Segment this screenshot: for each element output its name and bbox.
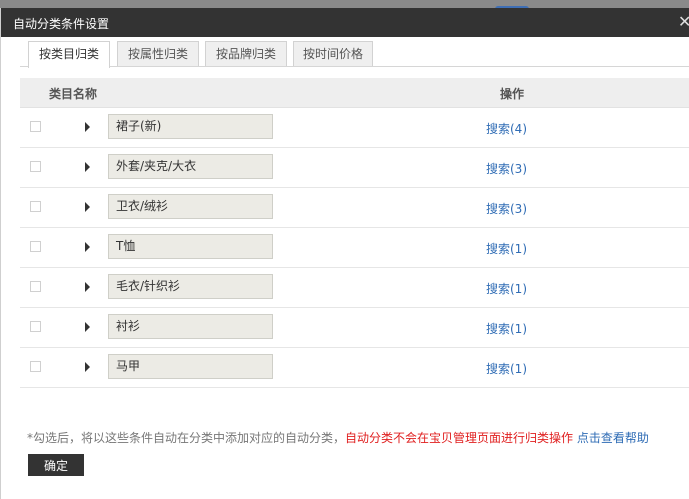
tab-by-attribute[interactable]: 按属性归类 — [117, 41, 199, 66]
expand-caret-icon[interactable] — [85, 322, 90, 332]
category-name: 裙子(新) — [108, 114, 273, 139]
row-checkbox[interactable] — [30, 201, 41, 212]
row-checkbox[interactable] — [30, 321, 41, 332]
expand-caret-icon[interactable] — [85, 162, 90, 172]
search-link[interactable]: 搜索(3) — [486, 200, 527, 217]
expand-caret-icon[interactable] — [85, 122, 90, 132]
search-link[interactable]: 搜索(3) — [486, 160, 527, 177]
note-text: *勾选后，将以这些条件自动在分类中添加对应的自动分类， — [27, 431, 346, 445]
table-row: 衬衫 搜索(1) — [20, 308, 689, 348]
row-checkbox[interactable] — [30, 361, 41, 372]
row-checkbox[interactable] — [30, 121, 41, 132]
expand-caret-icon[interactable] — [85, 282, 90, 292]
confirm-button[interactable]: 确定 — [28, 454, 84, 476]
column-header-operation: 操作 — [500, 87, 525, 101]
row-checkbox[interactable] — [30, 241, 41, 252]
help-link[interactable]: 点击查看帮助 — [577, 431, 649, 445]
warning-text: 自动分类不会在宝贝管理页面进行归类操作 — [345, 431, 574, 445]
tab-by-brand[interactable]: 按品牌归类 — [205, 41, 287, 66]
search-link[interactable]: 搜索(1) — [486, 320, 527, 337]
tab-by-time-price[interactable]: 按时间价格 — [293, 41, 373, 66]
category-name: 卫衣/绒衫 — [108, 194, 273, 219]
dialog-title: 自动分类条件设置 — [13, 17, 110, 31]
search-link[interactable]: 搜索(4) — [486, 120, 527, 137]
tab-bar: 按类目归类 按属性归类 按品牌归类 按时间价格 — [28, 41, 689, 68]
row-checkbox[interactable] — [30, 161, 41, 172]
category-name: 外套/夹克/大衣 — [108, 154, 273, 179]
table-row: 毛衣/针织衫 搜索(1) — [20, 268, 689, 308]
table-row: T恤 搜索(1) — [20, 228, 689, 268]
category-name: T恤 — [108, 234, 273, 259]
tab-by-category[interactable]: 按类目归类 — [28, 41, 110, 68]
table-row: 马甲 搜索(1) — [20, 348, 689, 388]
search-link[interactable]: 搜索(1) — [486, 360, 527, 377]
close-icon[interactable]: ✕ — [678, 11, 689, 33]
category-name: 毛衣/针织衫 — [108, 274, 273, 299]
table-row: 外套/夹克/大衣 搜索(3) — [20, 148, 689, 188]
dialog-titlebar: 自动分类条件设置 ✕ — [1, 8, 689, 37]
table-row: 裙子(新) 搜索(4) — [20, 108, 689, 148]
footer-note: *勾选后，将以这些条件自动在分类中添加对应的自动分类，自动分类不会在宝贝管理页面… — [27, 429, 649, 446]
category-name: 马甲 — [108, 354, 273, 379]
row-checkbox[interactable] — [30, 281, 41, 292]
search-link[interactable]: 搜索(1) — [486, 240, 527, 257]
expand-caret-icon[interactable] — [85, 242, 90, 252]
expand-caret-icon[interactable] — [85, 202, 90, 212]
table-row: 卫衣/绒衫 搜索(3) — [20, 188, 689, 228]
column-header-name: 类目名称 — [49, 87, 98, 101]
expand-caret-icon[interactable] — [85, 362, 90, 372]
table-header: 类目名称 操作 — [20, 78, 689, 108]
category-name: 衬衫 — [108, 314, 273, 339]
category-list: 裙子(新) 搜索(4) 外套/夹克/大衣 搜索(3) 卫衣/绒衫 搜索(3) T… — [20, 108, 689, 388]
search-link[interactable]: 搜索(1) — [486, 280, 527, 297]
